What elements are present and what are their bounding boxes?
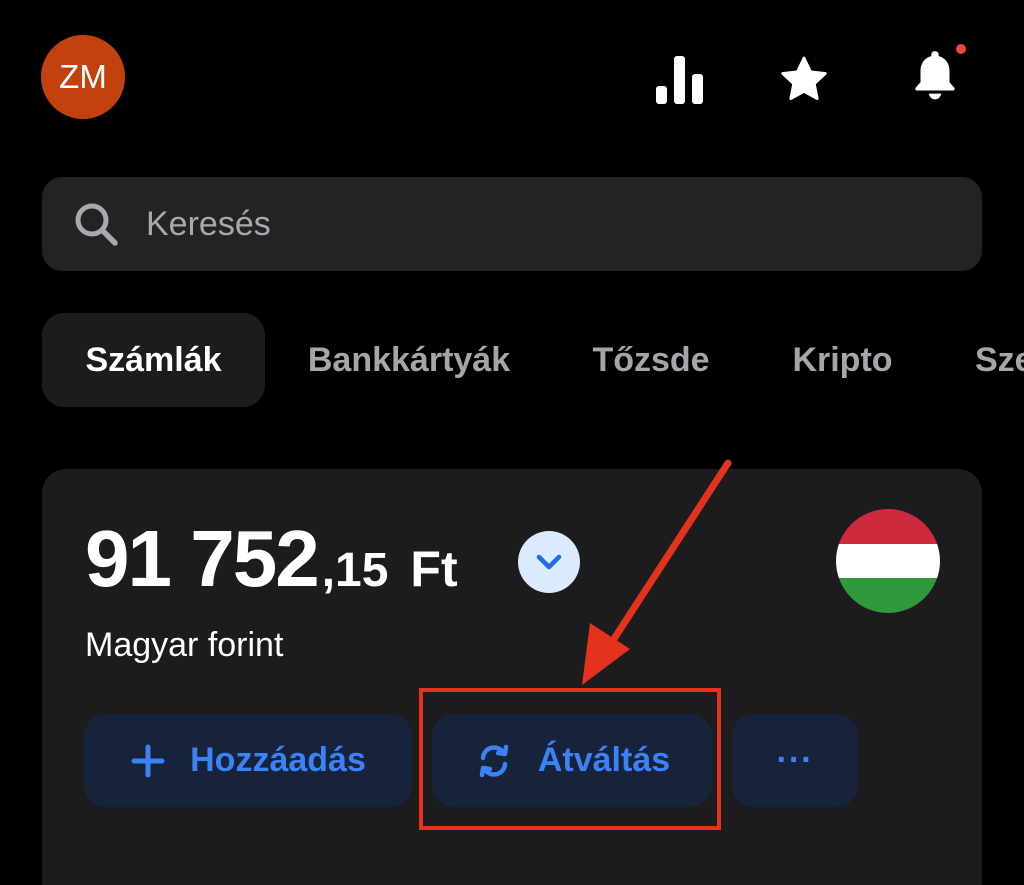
search-icon <box>70 198 122 250</box>
notification-dot <box>956 44 966 54</box>
currency-name: Magyar forint <box>85 626 284 664</box>
app-screen: ZM Számlák Bankkártyák <box>0 0 1024 885</box>
more-icon: ··· <box>776 741 814 779</box>
tab-label: Sze <box>975 340 1024 379</box>
star-icon[interactable] <box>772 50 836 110</box>
annotation-highlight-box <box>419 688 721 830</box>
avatar-initials: ZM <box>59 58 107 95</box>
annotation-arrow-icon <box>582 459 732 685</box>
search-bar[interactable] <box>42 177 982 271</box>
tab-bankkartyak[interactable]: Bankkártyák <box>285 313 533 407</box>
more-options-button[interactable]: ··· <box>732 714 858 807</box>
avatar[interactable]: ZM <box>41 35 125 119</box>
balance-integer: 91 752 <box>85 514 320 603</box>
tab-kripto[interactable]: Kripto <box>770 313 915 407</box>
tab-partial[interactable]: Sze <box>955 313 1024 407</box>
currency-symbol: Ft <box>410 541 458 597</box>
account-balance: 91 752 ,15 Ft <box>85 513 458 613</box>
add-money-button[interactable]: Hozzáadás <box>84 714 412 807</box>
stats-icon[interactable] <box>650 52 710 108</box>
tab-tozsde[interactable]: Tőzsde <box>573 313 729 407</box>
plus-icon <box>130 743 166 779</box>
balance-decimal: ,15 <box>321 544 389 597</box>
add-money-label: Hozzáadás <box>190 741 366 779</box>
search-input[interactable] <box>146 204 906 244</box>
tab-label: Tőzsde <box>592 340 710 379</box>
tab-label: Bankkártyák <box>307 340 511 379</box>
tab-label: Kripto <box>792 340 893 379</box>
tab-label: Számlák <box>85 340 222 379</box>
tab-szamlak[interactable]: Számlák <box>42 313 265 407</box>
hungary-flag-icon <box>836 509 940 613</box>
